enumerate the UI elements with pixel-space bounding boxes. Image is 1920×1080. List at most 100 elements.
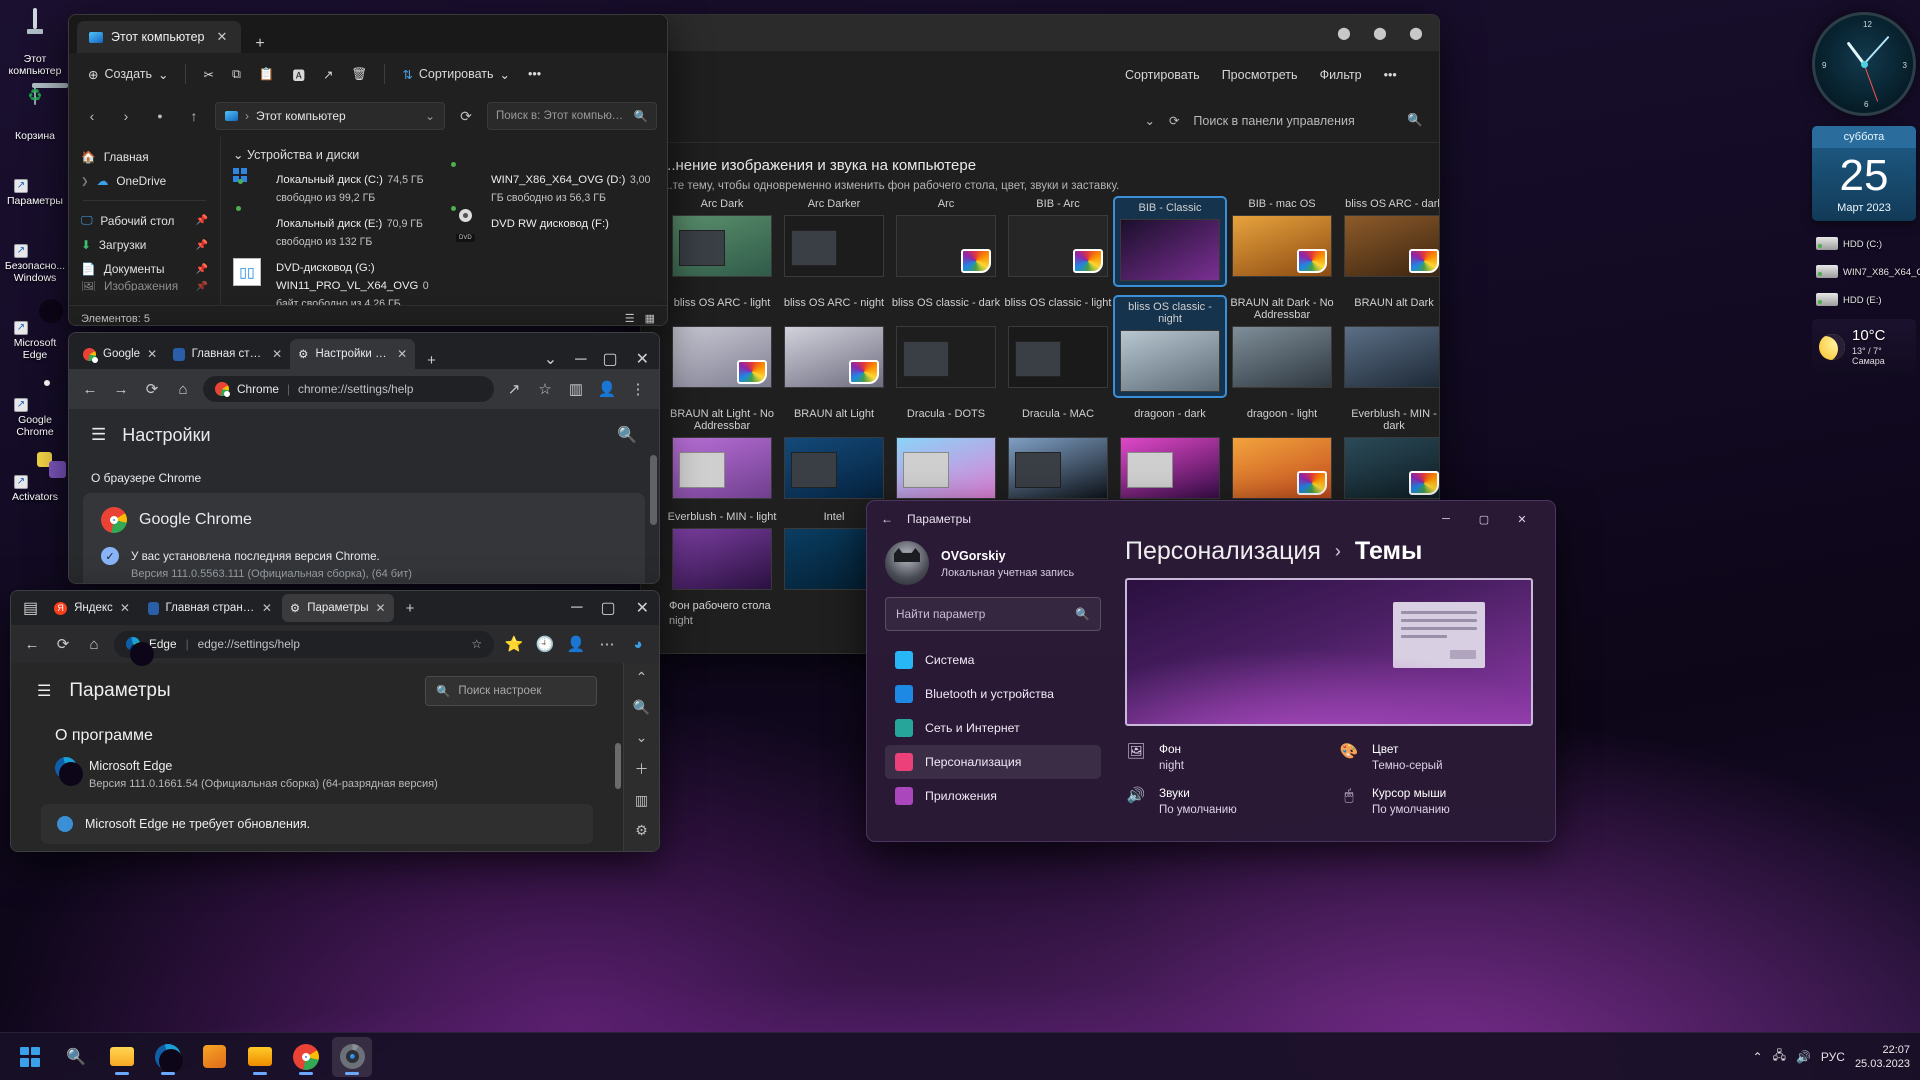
create-button[interactable]: ⊕Создать⌄ bbox=[79, 61, 177, 88]
desktop-icon-chrome[interactable]: ↗ Google Chrome bbox=[0, 365, 70, 442]
account-block[interactable]: OVGorskiy Локальная учетная запись bbox=[885, 537, 1101, 597]
home-icon[interactable]: ⌂ bbox=[172, 381, 194, 398]
search-button[interactable]: 🔍 bbox=[56, 1037, 96, 1077]
close-button[interactable]: ✕ bbox=[1503, 504, 1541, 534]
edge-omnibox-row[interactable]: ← ⟳ ⌂ Edge | edge://settings/help ☆ ⭐ 🕘 … bbox=[11, 625, 659, 663]
chrome-menu-icon[interactable]: ⋮ bbox=[627, 380, 649, 398]
minimize-button[interactable]: ─ bbox=[563, 599, 590, 617]
taskbar-clock[interactable]: 22:07 25.03.2023 bbox=[1855, 1043, 1910, 1071]
desktop-icon-edge[interactable]: ↗ Microsoft Edge bbox=[0, 288, 70, 365]
edge-sidebar-rail[interactable]: ⌃ 🔍 ⌄ ＋ ▥ ⚙ bbox=[623, 663, 659, 852]
drive-gadget[interactable]: HDD (E:) bbox=[1812, 287, 1916, 311]
theme-item[interactable]: bliss OS ARC - light bbox=[667, 297, 777, 396]
store-button[interactable] bbox=[194, 1037, 234, 1077]
theme-item[interactable]: Arc Darker bbox=[779, 198, 889, 285]
sidebar-item-apps[interactable]: Приложения bbox=[885, 779, 1101, 813]
chevron-down-icon[interactable]: ⌄ bbox=[425, 109, 435, 123]
sidebar-item-pictures[interactable]: 🖼Изображения📌 bbox=[75, 281, 214, 291]
breadcrumb[interactable]: Персонализация › Темы bbox=[1125, 537, 1533, 566]
theme-item[interactable]: bliss OS classic - light bbox=[1003, 297, 1113, 396]
edge-tabstrip[interactable]: ▤ ЯЯндекс✕ Главная страница О✕ ⚙Параметр… bbox=[11, 591, 659, 625]
back-icon[interactable]: ← bbox=[79, 381, 101, 398]
recent-icon[interactable]: ● bbox=[147, 111, 173, 121]
theme-options[interactable]: 🖼 Фон night 🎨 Цвет Темно-серый 🔊 Звуки П… bbox=[1125, 740, 1533, 816]
cp-view-button[interactable]: Просмотреть bbox=[1222, 68, 1298, 82]
control-panel-titlebar[interactable]: ⬤ ⬤ ⬤ bbox=[641, 15, 1439, 51]
close-button[interactable]: ✕ bbox=[626, 598, 659, 618]
cp-filter-button[interactable]: Фильтр bbox=[1320, 68, 1362, 82]
theme-item[interactable]: bliss OS classic - dark bbox=[891, 297, 1001, 396]
file-explorer-tabstrip[interactable]: Этот компьютер ✕ + bbox=[69, 15, 667, 53]
close-button[interactable]: ✕ bbox=[626, 349, 659, 369]
share-button[interactable]: ↗ bbox=[314, 61, 342, 88]
desktop-icon-windows-security[interactable]: ↗ Безопасно... Windows bbox=[0, 211, 70, 288]
refresh-icon[interactable]: ⟳ bbox=[1169, 113, 1179, 128]
theme-item[interactable]: BRAUN alt Dark - No Addressbar bbox=[1227, 297, 1337, 396]
file-explorer-window[interactable]: Этот компьютер ✕ + ⊕Создать⌄ ✂ ⧉ 📋 🅰 ↗ 🗑… bbox=[68, 14, 668, 326]
maximize-button[interactable]: ▢ bbox=[594, 349, 625, 369]
theme-item[interactable]: Arc Dark bbox=[667, 198, 777, 285]
new-tab-button[interactable]: + bbox=[396, 600, 425, 617]
settings-titlebar[interactable]: ← Параметры ─ ▢ ✕ bbox=[867, 501, 1555, 537]
up-icon[interactable]: ↑ bbox=[181, 108, 207, 124]
chrome-button[interactable] bbox=[286, 1037, 326, 1077]
drive-item[interactable]: DVD DVD RW дисковод (F:) bbox=[448, 214, 655, 250]
favorites-icon[interactable]: ⭐ bbox=[503, 635, 525, 653]
edge-tab[interactable]: Главная страница О✕ bbox=[140, 594, 280, 622]
sidebar-item-home[interactable]: 🏠Главная bbox=[75, 145, 214, 169]
chevron-down-icon[interactable]: ⌄ bbox=[1144, 113, 1154, 128]
sidebar-item-documents[interactable]: 📄Документы📌 bbox=[75, 257, 214, 281]
search-icon[interactable]: 🔍 bbox=[1407, 113, 1423, 128]
back-icon[interactable]: ← bbox=[21, 636, 43, 653]
back-icon[interactable]: ‹ bbox=[79, 108, 105, 124]
profile-avatar[interactable]: 👤 bbox=[596, 380, 618, 398]
copilot-icon[interactable]: ◕ bbox=[627, 636, 649, 653]
close-icon[interactable]: ✕ bbox=[262, 601, 272, 615]
edge-window[interactable]: ▤ ЯЯндекс✕ Главная страница О✕ ⚙Параметр… bbox=[10, 590, 660, 852]
theme-item[interactable]: Dracula - DOTS bbox=[891, 408, 1001, 499]
taskbar[interactable]: 🔍 ⌃ 🖧 🔊 РУС 22:07 25.03.2023 bbox=[0, 1032, 1920, 1080]
reload-icon[interactable]: ⟳ bbox=[52, 635, 74, 653]
rename-button[interactable]: 🅰 bbox=[283, 59, 314, 90]
tab-actions-icon[interactable]: ▤ bbox=[17, 598, 44, 618]
clock-gadget[interactable]: 12 3 6 9 bbox=[1812, 12, 1916, 116]
maximize-button[interactable]: ⬤ bbox=[1363, 19, 1397, 47]
sidepanel-icon[interactable]: ▥ bbox=[565, 380, 587, 398]
cut-button[interactable]: ✂ bbox=[194, 61, 222, 88]
desktop-icon-recycle-bin[interactable]: Корзина bbox=[0, 81, 70, 146]
history-icon[interactable]: 🕘 bbox=[534, 635, 556, 653]
reload-icon[interactable]: ⟳ bbox=[141, 380, 163, 398]
close-icon[interactable]: ✕ bbox=[147, 347, 157, 361]
close-icon[interactable]: ✕ bbox=[397, 347, 407, 361]
search-icon[interactable]: 🔍 bbox=[617, 425, 637, 445]
theme-item[interactable]: dragoon - dark bbox=[1115, 408, 1225, 499]
bookmark-star-icon[interactable]: ☆ bbox=[534, 380, 556, 398]
cp-more-button[interactable]: ••• bbox=[1384, 68, 1397, 82]
calendar-gadget[interactable]: суббота 25 Март 2023 bbox=[1812, 126, 1916, 221]
theme-option-color[interactable]: 🎨 Цвет Темно-серый bbox=[1338, 740, 1533, 772]
theme-item[interactable]: Arc bbox=[891, 198, 1001, 285]
theme-item-selected[interactable]: BIB - Classic bbox=[1115, 198, 1225, 285]
drive-item[interactable]: WIN7_X86_X64_OVG (D:) 3,00 ГБ свободно и… bbox=[448, 170, 655, 206]
maximize-button[interactable]: ▢ bbox=[1465, 504, 1503, 534]
cp-sort-button[interactable]: Сортировать bbox=[1125, 68, 1200, 82]
paste-button[interactable]: 📋 bbox=[250, 61, 284, 88]
add-icon[interactable]: ＋ bbox=[635, 759, 649, 779]
edge-menu-icon[interactable]: ⋯ bbox=[596, 635, 618, 653]
scrollbar-thumb[interactable] bbox=[650, 455, 657, 525]
file-explorer-content[interactable]: ⌄ Устройства и диски Локальный диск (C:)… bbox=[221, 137, 667, 305]
forward-icon[interactable]: → bbox=[110, 381, 132, 398]
hamburger-icon[interactable]: ☰ bbox=[91, 425, 106, 445]
chevron-right-icon[interactable]: ❯ bbox=[81, 176, 89, 187]
language-indicator[interactable]: РУС bbox=[1821, 1050, 1845, 1064]
sidebar-item-system[interactable]: Система bbox=[885, 643, 1101, 677]
control-panel-toolbar[interactable]: Сортировать Просмотреть Фильтр ••• bbox=[641, 51, 1439, 99]
pin-icon[interactable]: 📌 bbox=[196, 215, 208, 226]
file-explorer-tab[interactable]: Этот компьютер ✕ bbox=[77, 21, 241, 53]
sidebar-item-network[interactable]: Сеть и Интернет bbox=[885, 711, 1101, 745]
theme-item-selected[interactable]: bliss OS classic - night bbox=[1115, 297, 1225, 396]
close-icon[interactable]: ✕ bbox=[376, 601, 386, 615]
file-explorer-button[interactable] bbox=[102, 1037, 142, 1077]
new-tab-button[interactable]: + bbox=[241, 35, 278, 53]
sort-button[interactable]: ⇅Сортировать⌄ bbox=[393, 61, 519, 88]
